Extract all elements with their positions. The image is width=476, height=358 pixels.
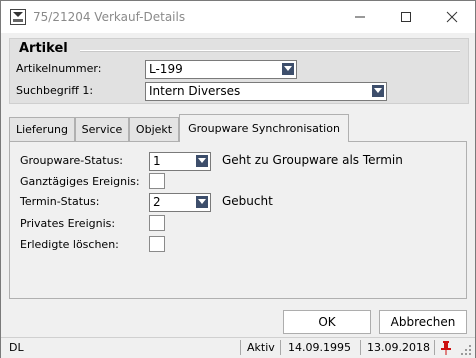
group-divider bbox=[80, 50, 460, 52]
suchbegriff-label: Suchbegriff 1: bbox=[16, 84, 94, 97]
ok-button[interactable]: OK bbox=[283, 310, 371, 334]
groupware-tab-panel: Groupware-Status: 1 Geht zu Groupware al… bbox=[9, 141, 467, 299]
termin-status-combo[interactable]: 2 bbox=[149, 193, 211, 212]
close-button[interactable] bbox=[429, 1, 475, 33]
status-separator bbox=[360, 340, 361, 355]
termin-status-value: 2 bbox=[153, 195, 161, 209]
minimize-icon bbox=[355, 16, 365, 18]
suchbegriff-value: Intern Diverses bbox=[149, 84, 241, 98]
artikel-group: Artikel Artikelnummer: L-199 Suchbegriff… bbox=[9, 38, 469, 104]
status-separator bbox=[434, 340, 435, 355]
groupware-status-value: 1 bbox=[153, 154, 161, 168]
privat-checkbox[interactable] bbox=[149, 215, 165, 231]
tab-objekt[interactable]: Objekt bbox=[129, 117, 179, 141]
groupware-status-combo[interactable]: 1 bbox=[149, 152, 211, 171]
window-title: 75/21204 Verkauf-Details bbox=[33, 10, 186, 24]
tab-service[interactable]: Service bbox=[75, 117, 129, 141]
erledigte-loeschen-label: Erledigte löschen: bbox=[20, 238, 119, 251]
privat-label: Privates Ereignis: bbox=[20, 217, 116, 230]
app-icon bbox=[10, 9, 26, 25]
chevron-down-icon[interactable] bbox=[372, 85, 384, 97]
artikel-group-title: Artikel bbox=[19, 41, 68, 56]
chevron-down-icon[interactable] bbox=[196, 155, 208, 167]
ganztaegig-checkbox[interactable] bbox=[149, 173, 165, 189]
chevron-down-icon[interactable] bbox=[282, 63, 294, 75]
detail-window: 75/21204 Verkauf-Details Artikel Artikel… bbox=[0, 0, 476, 358]
close-icon bbox=[446, 11, 458, 23]
status-state: Aktiv bbox=[247, 341, 275, 354]
status-left: DL bbox=[9, 341, 24, 354]
groupware-status-description: Geht zu Groupware als Termin bbox=[222, 153, 403, 167]
tab-lieferung[interactable]: Lieferung bbox=[9, 117, 75, 141]
chevron-down-icon[interactable] bbox=[196, 196, 208, 208]
termin-status-label: Termin-Status: bbox=[20, 195, 100, 208]
suchbegriff-combo[interactable]: Intern Diverses bbox=[145, 82, 387, 101]
cancel-button[interactable]: Abbrechen bbox=[379, 310, 467, 334]
termin-status-description: Gebucht bbox=[222, 194, 273, 208]
status-bar: DL Aktiv 14.09.1995 13.09.2018 bbox=[1, 337, 475, 358]
pin-icon[interactable] bbox=[440, 341, 452, 355]
status-separator bbox=[280, 340, 281, 355]
status-date-created: 14.09.1995 bbox=[288, 341, 351, 354]
ganztaegig-label: Ganztägiges Ereignis: bbox=[20, 175, 140, 188]
artikelnummer-value: L-199 bbox=[149, 62, 183, 76]
maximize-button[interactable] bbox=[383, 1, 429, 33]
title-bar: 75/21204 Verkauf-Details bbox=[1, 1, 475, 33]
artikelnummer-combo[interactable]: L-199 bbox=[145, 60, 297, 79]
status-date-modified: 13.09.2018 bbox=[367, 341, 430, 354]
status-separator bbox=[240, 340, 241, 355]
resize-grip-icon[interactable] bbox=[460, 344, 472, 356]
erledigte-loeschen-checkbox[interactable] bbox=[149, 236, 165, 252]
dialog-content: Artikel Artikelnummer: L-199 Suchbegriff… bbox=[1, 33, 475, 337]
tab-groupware-synchronisation[interactable]: Groupware Synchronisation bbox=[179, 114, 349, 142]
artikelnummer-label: Artikelnummer: bbox=[16, 62, 102, 75]
maximize-icon bbox=[401, 12, 411, 22]
minimize-button[interactable] bbox=[337, 1, 383, 33]
groupware-status-label: Groupware-Status: bbox=[20, 154, 124, 167]
